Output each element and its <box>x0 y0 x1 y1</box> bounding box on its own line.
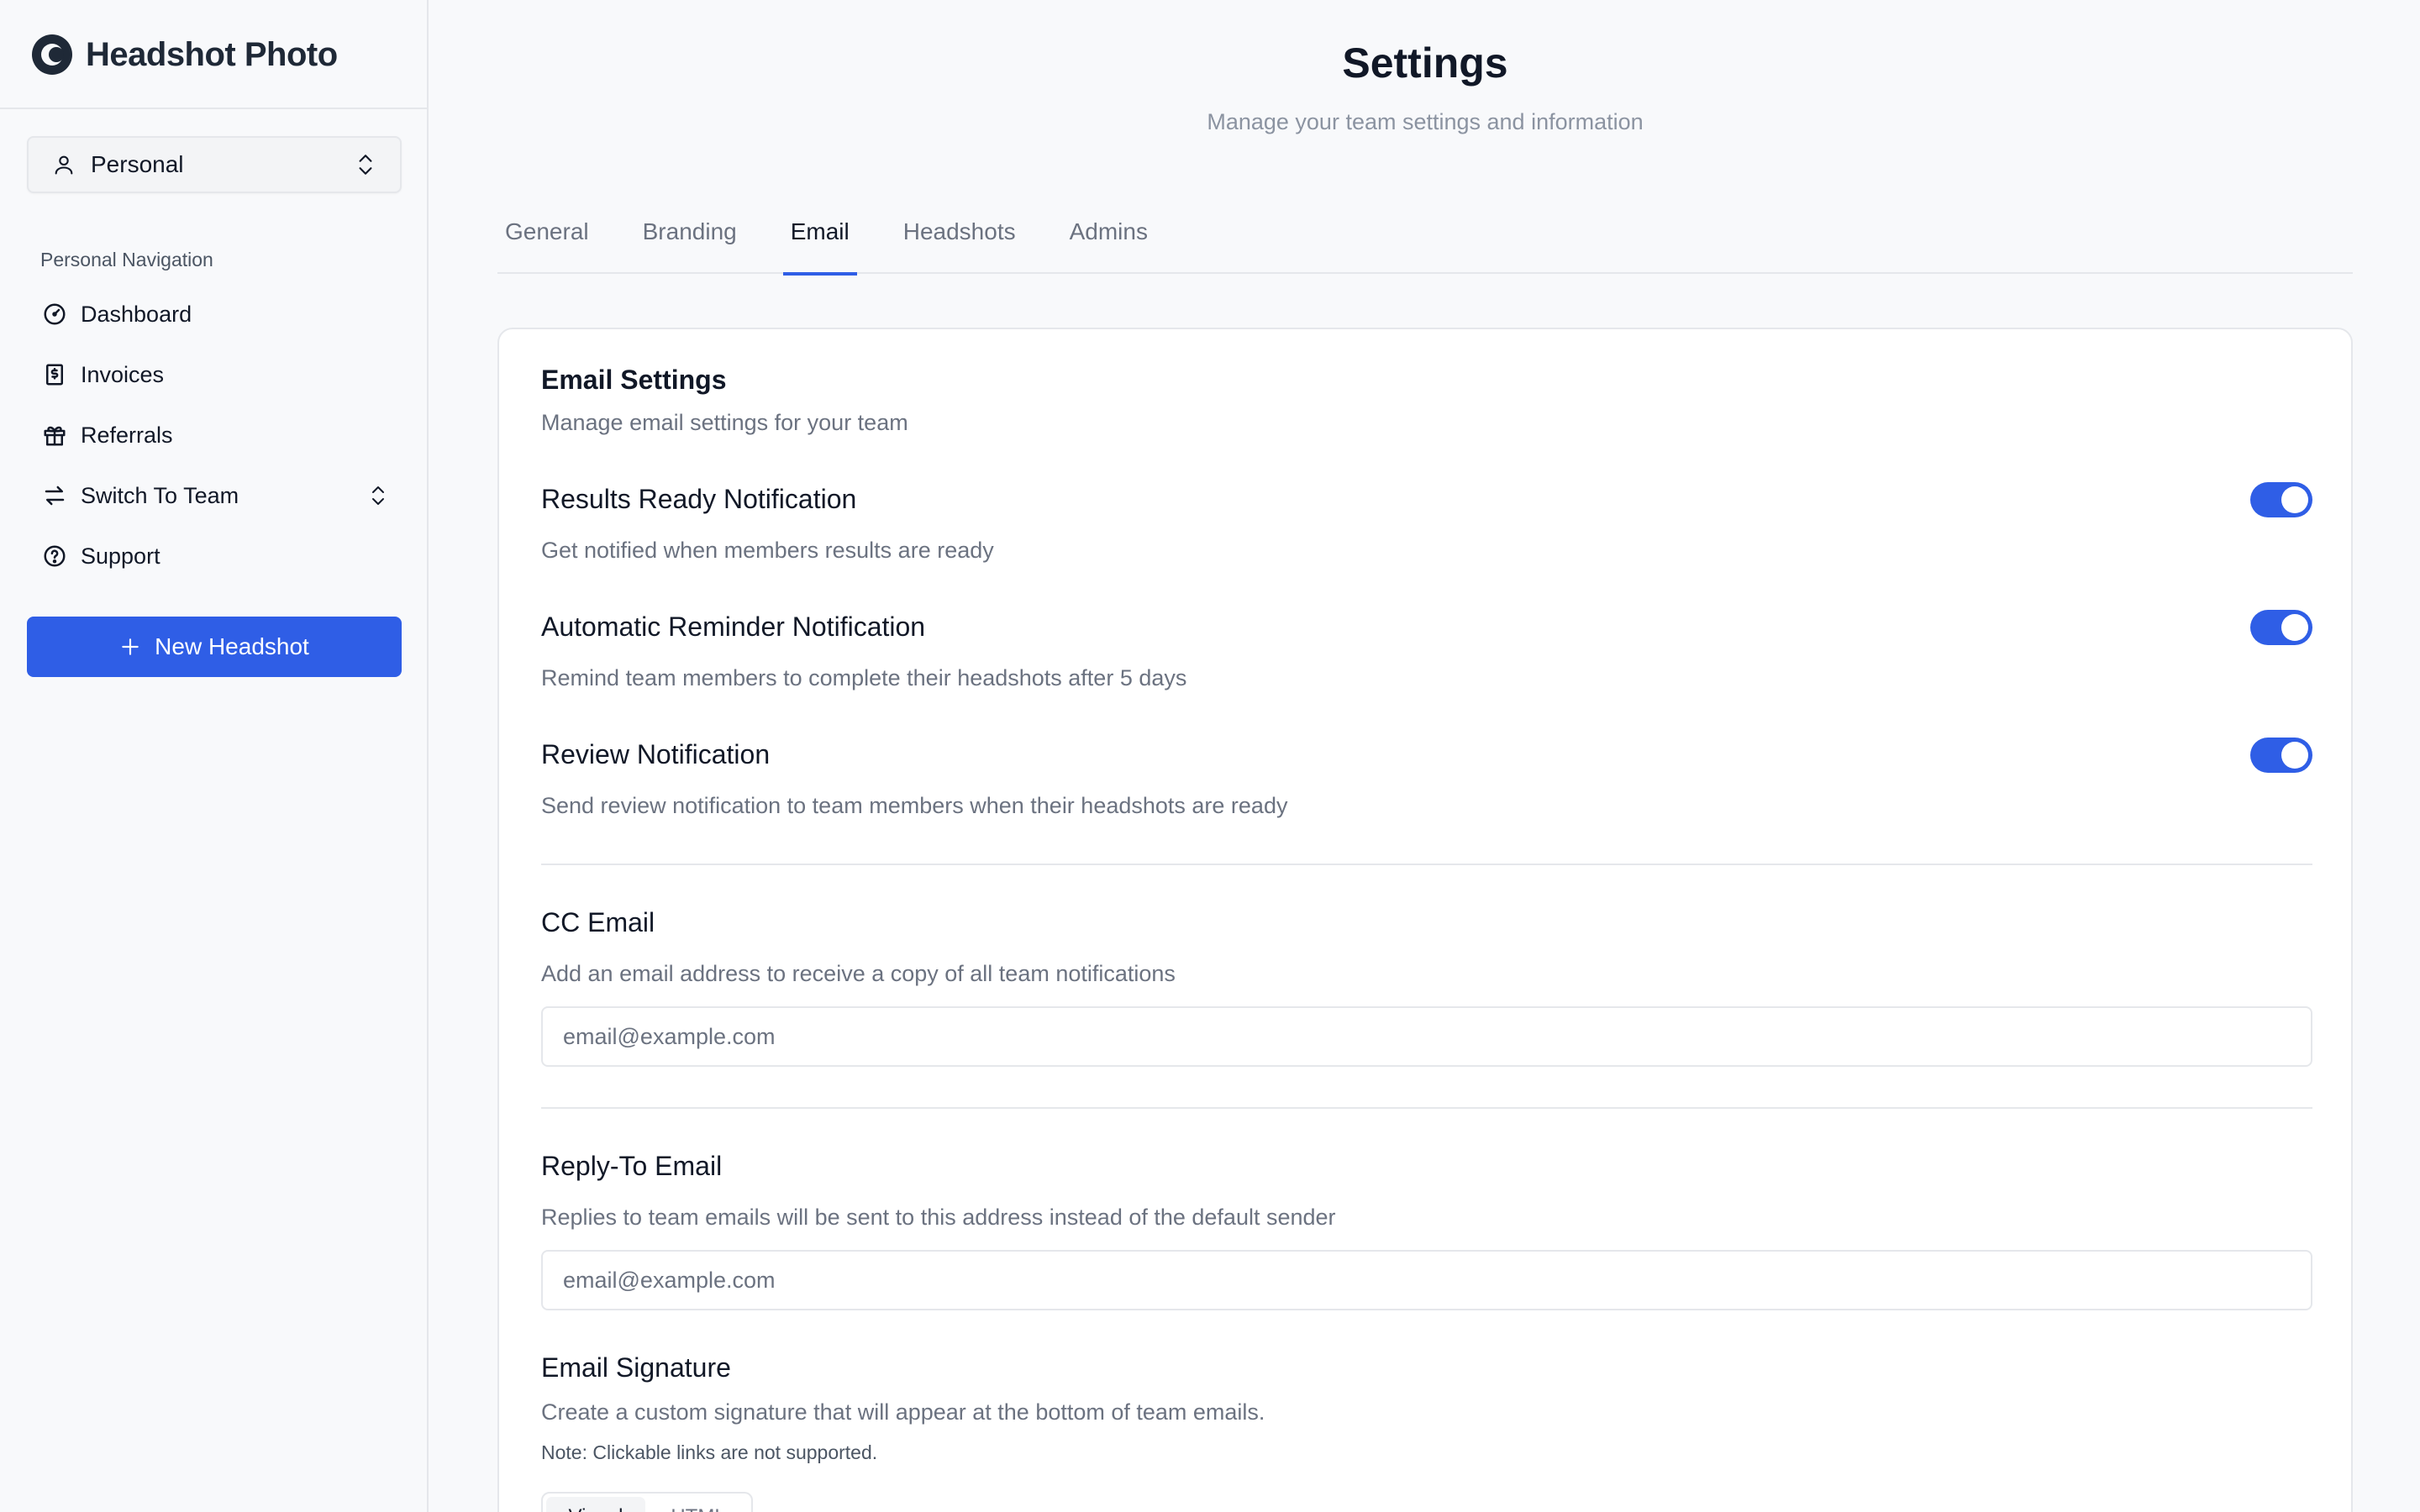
section-title: Email Settings <box>541 365 727 395</box>
tab-email[interactable]: Email <box>782 202 857 276</box>
reply-to-desc: Replies to team emails will be sent to t… <box>541 1205 1336 1230</box>
sidebar-item-label: Switch To Team <box>81 482 239 508</box>
tab-general[interactable]: General <box>497 202 597 274</box>
sidebar-item-label: Support <box>81 543 160 569</box>
cc-email-input[interactable] <box>541 1006 2312 1067</box>
results-ready-toggle[interactable] <box>2250 482 2312 517</box>
signature-mode-toggle: Visual HTML <box>541 1492 753 1512</box>
cc-email-title: CC Email <box>541 907 655 937</box>
sidebar-item-support[interactable]: Support <box>27 526 402 586</box>
tab-admins[interactable]: Admins <box>1062 202 1155 274</box>
chevron-up-down-icon <box>372 486 384 505</box>
receipt-icon <box>40 360 69 389</box>
sidebar-item-label: Invoices <box>81 361 165 387</box>
nav-heading: Personal Navigation <box>40 249 213 270</box>
results-ready-title: Results Ready Notification <box>541 484 857 514</box>
results-ready-desc: Get notified when members results are re… <box>541 538 994 563</box>
new-headshot-label: New Headshot <box>155 633 309 659</box>
sidebar-nav: Dashboard Invoices Referrals Switch To T… <box>27 284 402 586</box>
signature-title: Email Signature <box>541 1352 731 1383</box>
tab-branding[interactable]: Branding <box>635 202 744 274</box>
reply-to-title: Reply-To Email <box>541 1151 723 1181</box>
swap-icon <box>40 481 69 510</box>
new-headshot-button[interactable]: New Headshot <box>27 617 402 677</box>
tab-headshots[interactable]: Headshots <box>896 202 1023 274</box>
sidebar-item-dashboard[interactable]: Dashboard <box>27 284 402 344</box>
gauge-icon <box>40 300 69 328</box>
logo-mark-icon <box>32 34 72 75</box>
signature-desc: Create a custom signature that will appe… <box>541 1399 1265 1425</box>
gift-icon <box>40 421 69 449</box>
reminder-desc: Remind team members to complete their he… <box>541 665 1187 690</box>
review-title: Review Notification <box>541 739 771 769</box>
section-divider <box>541 864 2312 865</box>
signature-note: Note: Clickable links are not supported. <box>541 1441 878 1463</box>
main-content: Settings Manage your team settings and i… <box>430 0 2420 1512</box>
section-subtitle: Manage email settings for your team <box>541 410 908 435</box>
chevron-up-down-icon <box>359 155 372 175</box>
reply-to-input[interactable] <box>541 1250 2312 1310</box>
brand-name: Headshot Photo <box>86 35 338 73</box>
sidebar-item-label: Referrals <box>81 422 173 448</box>
app-root: Headshot Photo Personal Personal Navigat… <box>0 0 2420 1512</box>
help-circle-icon <box>40 542 69 570</box>
page-subtitle: Manage your team settings and informatio… <box>1207 109 1644 134</box>
workspace-label: Personal <box>91 151 184 177</box>
cc-email-desc: Add an email address to receive a copy o… <box>541 961 1176 986</box>
review-toggle[interactable] <box>2250 738 2312 773</box>
brand-logo[interactable]: Headshot Photo <box>30 32 338 77</box>
page-title: Settings <box>1342 39 1508 87</box>
sidebar-item-invoices[interactable]: Invoices <box>27 344 402 405</box>
reminder-toggle[interactable] <box>2250 610 2312 645</box>
plus-icon <box>122 638 139 655</box>
workspace-select[interactable]: Personal <box>27 136 402 193</box>
sidebar-item-switch-to-team[interactable]: Switch To Team <box>27 465 402 526</box>
mode-visual-button[interactable]: Visual <box>546 1497 645 1512</box>
user-icon <box>55 155 73 175</box>
mode-html-button[interactable]: HTML <box>649 1497 748 1512</box>
sidebar: Headshot Photo Personal Personal Navigat… <box>0 0 429 1512</box>
sidebar-item-referrals[interactable]: Referrals <box>27 405 402 465</box>
section-divider <box>541 1107 2312 1109</box>
review-desc: Send review notification to team members… <box>541 793 1288 818</box>
settings-tabs: General Branding Email Headshots Admins <box>497 202 2353 276</box>
sidebar-item-label: Dashboard <box>81 301 192 327</box>
email-settings-card: Email Settings Manage email settings for… <box>497 328 2353 1512</box>
sidebar-divider <box>0 108 429 109</box>
reminder-title: Automatic Reminder Notification <box>541 612 926 642</box>
